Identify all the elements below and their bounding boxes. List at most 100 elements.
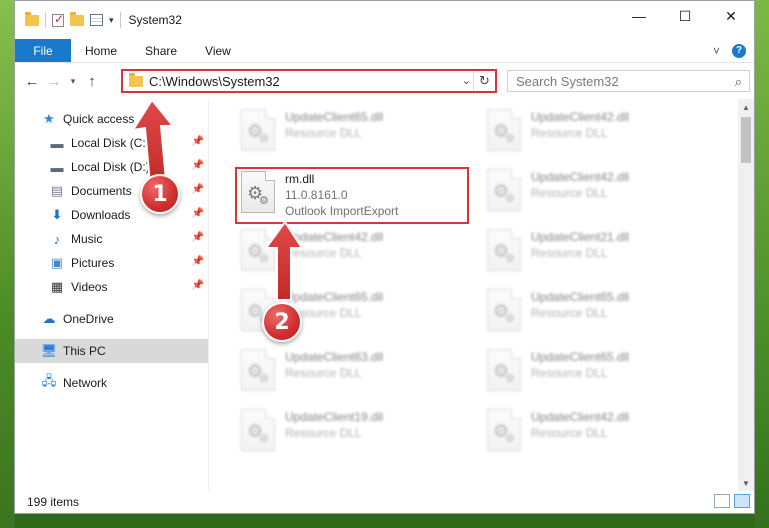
recent-locations-chevron-icon[interactable]: ▾ [65,76,81,87]
file-item[interactable]: ⚙ ⚙ UpdateClient42.dll Resource DLL [481,105,717,163]
search-input[interactable] [516,73,716,89]
vertical-scrollbar[interactable]: ▲ ▼ [738,99,754,491]
file-item[interactable]: ⚙⚙ UpdateClient65.dll Resource DLL [235,105,471,163]
step-badge-1: 1 [140,174,180,214]
file-list: ⚙ ⚙ UpdateClient65.dll Resource DLL ⚙ ⚙ Upd… [211,99,738,491]
file-description: Resource DLL [531,366,608,380]
nav-label: Downloads [71,208,131,222]
large-icons-view-icon[interactable] [734,494,750,508]
dll-file-icon: ⚙⚙ [241,409,275,451]
file-name: UpdateClient19.dll [285,410,384,424]
nav-label: Local Disk (D:) [71,160,150,174]
nav-label: This PC [63,344,106,358]
scroll-thumb[interactable] [741,117,751,163]
address-history-chevron-icon[interactable]: ⌄ [462,74,471,87]
scroll-down-arrow-icon[interactable]: ▼ [738,475,754,491]
file-item[interactable]: ⚙ ⚙ UpdateClient42.dll Resource DLL [235,225,471,283]
file-item[interactable]: ⚙⚙ UpdateClient65.dll Resource DLL [481,345,717,403]
file-item[interactable]: ⚙ ⚙ UpdateClient21.dll Resource DLL [481,225,717,283]
dll-file-icon: ⚙⚙ [487,169,521,211]
tab-file[interactable]: File [15,39,71,62]
pin-icon[interactable]: 📌 [192,184,204,195]
file-description: Resource DLL [285,426,362,440]
documents-icon: ▤ [50,183,64,198]
file-name: UpdateClient65.dll [285,110,384,124]
address-bar[interactable]: C:\Windows\System32 ⌄ ↻ [121,69,497,93]
quick-access-toolbar: ▾ [15,11,121,28]
back-button[interactable]: ← [21,73,43,90]
up-button[interactable]: ↑ [81,73,103,90]
file-item[interactable]: ⚙ ⚙ UpdateClient42.dll Resource DLL [481,165,717,223]
tab-view[interactable]: View [191,39,245,62]
pin-icon[interactable]: 📌 [192,280,204,291]
nav-item-music[interactable]: ♪ Music 📌 [15,227,208,251]
dll-file-icon: ⚙⚙ [241,229,275,271]
tab-share[interactable]: Share [131,39,191,62]
file-name: UpdateClient42.dll [531,170,630,184]
file-description: Resource DLL [285,366,362,380]
window-title: System32 [128,13,182,27]
nav-label: Videos [71,280,108,294]
drive-icon: ▬ [50,135,64,151]
folder-icon [129,72,143,87]
nav-item-quick-access[interactable]: ★ Quick access [15,107,208,131]
file-item[interactable]: ⚙ ⚙ UpdateClient42.dll Resource DLL [481,405,717,463]
dll-file-icon: ⚙⚙ [487,229,521,271]
folder-icon [25,11,39,26]
file-item[interactable]: ⚙ ⚙ UpdateClient63.dll Resource DLL [235,345,471,403]
dll-file-icon: ⚙⚙ [487,289,521,331]
file-item[interactable]: ⚙⚙ UpdateClient65.dll Resource DLL [481,285,717,343]
maximize-button[interactable]: ☐ [662,1,708,31]
file-description: Resource DLL [285,246,362,260]
nav-item-pictures[interactable]: ▣ Pictures 📌 [15,251,208,275]
nav-item-videos[interactable]: ▦ Videos 📌 [15,275,208,299]
nav-label: Local Disk (C:) [71,136,150,150]
title-bar: ▾ System32 — ☐ ✕ [15,1,754,39]
chevron-down-icon[interactable]: ▾ [109,15,114,26]
file-name: UpdateClient21.dll [531,230,630,244]
music-icon: ♪ [53,231,61,247]
file-name: UpdateClient63.dll [285,350,384,364]
nav-label: Quick access [63,112,135,126]
dll-file-icon: ⚙⚙ [241,349,275,391]
minimize-button[interactable]: — [616,1,662,31]
search-icon[interactable]: ⌕ [735,74,742,90]
file-description: Resource DLL [531,246,608,260]
details-view-icon[interactable] [714,494,730,508]
scroll-up-arrow-icon[interactable]: ▲ [738,99,754,115]
nav-label: Documents [71,184,132,198]
pin-icon[interactable]: 📌 [192,160,204,171]
refresh-button[interactable]: ↻ [473,71,495,91]
forward-button[interactable]: → [43,73,65,90]
file-name: UpdateClient42.dll [531,110,630,124]
nav-item-local-disk-c[interactable]: ▬ Local Disk (C:) 📌 [15,131,208,155]
pin-icon[interactable]: 📌 [192,256,204,267]
pin-icon[interactable]: 📌 [192,208,204,219]
address-row: ← → ▾ ↑ C:\Windows\System32 ⌄ ↻ ⌕ [15,65,754,97]
help-icon[interactable]: ? [732,43,746,58]
close-button[interactable]: ✕ [708,1,754,31]
highlight-box [235,167,469,224]
expand-ribbon-icon[interactable]: ˅ [713,44,720,58]
nav-item-this-pc[interactable]: 🖥 This PC [15,339,208,363]
properties-check-icon[interactable] [52,12,64,27]
nav-item-downloads[interactable]: ⬇ Downloads 📌 [15,203,208,227]
view-toggle [714,494,750,508]
desktop-background-left [0,0,14,528]
computer-icon: 🖥 [40,343,58,358]
nav-item-network[interactable]: 🖧 Network [15,371,208,395]
search-box[interactable]: ⌕ [507,70,750,92]
new-folder-icon[interactable] [70,11,84,26]
pin-icon[interactable]: 📌 [192,136,204,147]
address-path: C:\Windows\System32 [149,73,280,89]
file-item[interactable]: ⚙ ⚙ UpdateClient19.dll Resource DLL [235,405,471,463]
properties-icon[interactable] [90,14,103,26]
pin-icon[interactable]: 📌 [192,232,204,243]
nav-item-onedrive[interactable]: ☁ OneDrive [15,307,208,331]
dll-file-icon: ⚙⚙ [241,109,275,151]
explorer-window: ▾ System32 — ☐ ✕ File Home Share View ˅ … [14,0,755,514]
tab-home[interactable]: Home [71,39,131,62]
window-controls: — ☐ ✕ [616,1,754,31]
download-icon: ⬇ [51,207,63,222]
nav-item-local-disk-d[interactable]: ▬ Local Disk (D:) 📌 [15,155,208,179]
